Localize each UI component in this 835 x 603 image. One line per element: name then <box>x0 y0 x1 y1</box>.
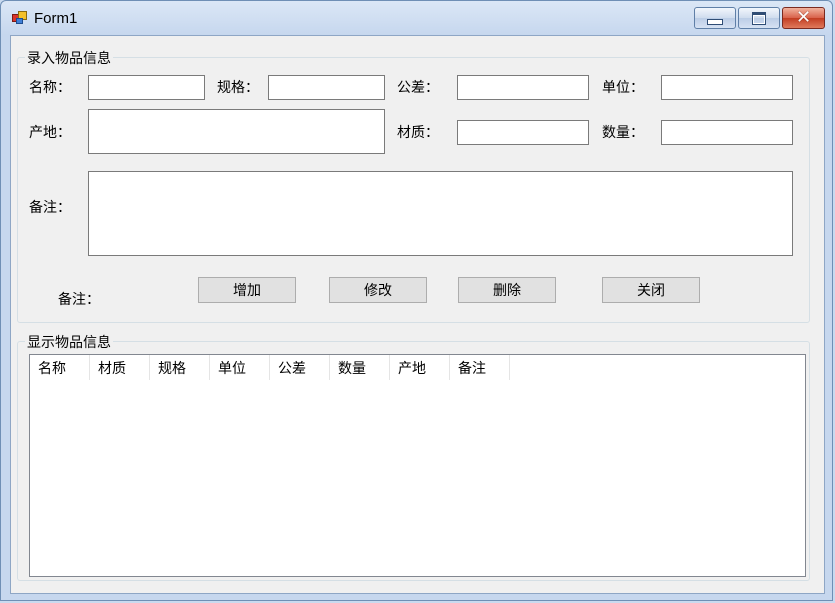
column-header-material[interactable]: 材质 <box>90 355 150 380</box>
column-header-tolerance[interactable]: 公差 <box>270 355 330 380</box>
form-client-area: 录入物品信息 名称： 规格： 公差： 单位： 产地： 材质： 数量： 备注： 备… <box>10 35 825 594</box>
unit-input[interactable] <box>661 75 793 100</box>
column-header-name[interactable]: 名称 <box>30 355 90 380</box>
material-input[interactable] <box>457 120 589 145</box>
name-label: 名称： <box>29 80 71 96</box>
name-input[interactable] <box>88 75 205 100</box>
add-button[interactable]: 增加 <box>198 277 296 303</box>
form1-window: Form1 ✕ 录入物品信息 名称： 规格： 公差： 单位： 产地： 材质： 数… <box>0 0 833 601</box>
form-app-icon[interactable] <box>12 11 28 25</box>
delete-button[interactable]: 删除 <box>458 277 556 303</box>
maximize-button[interactable] <box>738 7 780 29</box>
column-header-remarks[interactable]: 备注 <box>450 355 510 380</box>
minimize-icon <box>707 18 723 25</box>
maximize-icon <box>752 11 766 25</box>
column-header-quantity[interactable]: 数量 <box>330 355 390 380</box>
listview-header: 名称 材质 规格 单位 公差 数量 产地 备注 <box>30 355 510 380</box>
column-header-spec[interactable]: 规格 <box>150 355 210 380</box>
unit-label: 单位： <box>602 80 644 96</box>
remarks-secondary-label: 备注： <box>58 292 100 308</box>
tolerance-input[interactable] <box>457 75 589 100</box>
modify-button[interactable]: 修改 <box>329 277 427 303</box>
spec-label: 规格： <box>217 80 259 96</box>
minimize-button[interactable] <box>694 7 736 29</box>
window-title: Form1 <box>34 10 78 27</box>
close-button[interactable]: 关闭 <box>602 277 700 303</box>
close-window-button[interactable]: ✕ <box>782 7 825 29</box>
remarks-input[interactable] <box>88 171 793 256</box>
display-group-title: 显示物品信息 <box>25 332 113 352</box>
spec-input[interactable] <box>268 75 385 100</box>
entry-group-title: 录入物品信息 <box>25 48 113 68</box>
material-label: 材质： <box>397 125 439 141</box>
items-listview[interactable]: 名称 材质 规格 单位 公差 数量 产地 备注 <box>29 354 806 577</box>
column-header-origin[interactable]: 产地 <box>390 355 450 380</box>
tolerance-label: 公差： <box>397 80 439 96</box>
close-icon: ✕ <box>795 7 812 28</box>
origin-label: 产地： <box>29 125 71 141</box>
entry-groupbox: 录入物品信息 名称： 规格： 公差： 单位： 产地： 材质： 数量： 备注： 备… <box>17 48 810 323</box>
origin-input[interactable] <box>88 109 385 154</box>
quantity-input[interactable] <box>661 120 793 145</box>
title-bar[interactable]: Form1 ✕ <box>1 1 832 35</box>
quantity-label: 数量： <box>602 125 644 141</box>
remarks-label: 备注： <box>29 200 71 216</box>
column-header-unit[interactable]: 单位 <box>210 355 270 380</box>
